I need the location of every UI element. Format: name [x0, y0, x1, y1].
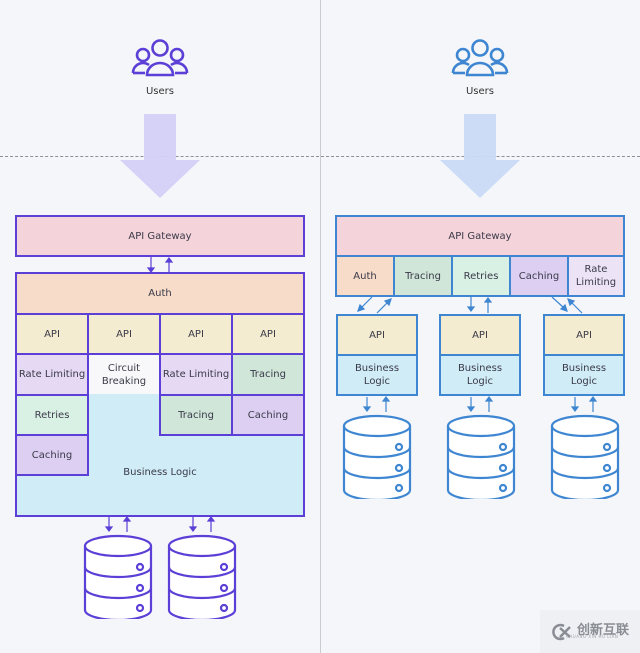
users-icon	[131, 39, 189, 77]
api-gateway-box: API Gateway	[15, 215, 305, 257]
tracing-box: Tracing	[159, 394, 233, 436]
business-logic-label: Business Logic	[90, 462, 230, 482]
api-label: API	[44, 328, 60, 340]
api-label: API	[188, 328, 204, 340]
users-label: Users	[145, 86, 174, 97]
rate-limiting-box: Rate Limiting	[15, 353, 89, 396]
users-label: Users	[465, 86, 494, 97]
service-api-box: API	[439, 314, 521, 356]
business-logic-label: Business Logic	[354, 363, 400, 387]
api-label: API	[116, 328, 132, 340]
service-business-logic-box: Business Logic	[439, 354, 521, 396]
tracing-box: Tracing	[231, 353, 305, 396]
database-icon	[167, 534, 237, 619]
service-business-logic-box: Business Logic	[336, 354, 418, 396]
rate-limiting-label: Rate Limiting	[575, 264, 617, 288]
rate-limiting-label: Rate Limiting	[162, 369, 230, 380]
caching-label: Caching	[31, 449, 73, 461]
retries-box: Retries	[15, 394, 89, 436]
circuit-breaking-box: Circuit Breaking	[89, 355, 159, 394]
gateway-service-arrows	[357, 296, 583, 314]
dashed-boundary-line	[0, 156, 640, 157]
users-icon	[451, 39, 509, 77]
tracing-label: Tracing	[250, 369, 286, 380]
auth-box: Auth	[15, 272, 305, 315]
api-label: API	[260, 328, 276, 340]
gateway-module-tracing: Tracing	[393, 255, 453, 297]
caching-box: Caching	[231, 394, 305, 436]
api-label: API	[369, 329, 385, 341]
database-icon	[342, 414, 412, 499]
tracing-label: Tracing	[405, 270, 441, 282]
rate-limiting-label: Rate Limiting	[18, 369, 86, 380]
watermark: 创新互联	[540, 610, 640, 653]
service-api-box: API	[543, 314, 625, 356]
api-label: API	[576, 329, 592, 341]
api-gateway-label: API Gateway	[448, 231, 512, 242]
gateway-module-auth: Auth	[335, 255, 395, 297]
database-icon	[83, 534, 153, 619]
caching-box: Caching	[15, 434, 89, 476]
request-flow-arrow	[120, 114, 200, 198]
database-group	[83, 516, 237, 619]
api-label: API	[472, 329, 488, 341]
gateway-module-rate-limiting: Rate Limiting	[567, 255, 625, 297]
business-logic-label: Business Logic	[561, 363, 607, 387]
retries-label: Retries	[463, 270, 499, 282]
rate-limiting-box: Rate Limiting	[159, 353, 233, 396]
retries-label: Retries	[34, 409, 70, 421]
service-api-box: API	[336, 314, 418, 356]
api-box: API	[87, 313, 161, 355]
service-business-logic-box: Business Logic	[543, 354, 625, 396]
database-icon	[550, 414, 620, 499]
request-flow-arrow	[440, 114, 520, 198]
gateway-module-caching: Caching	[509, 255, 569, 297]
circuit-breaking-label: Circuit Breaking	[101, 362, 147, 387]
business-logic-text: Business Logic	[123, 466, 197, 478]
caching-label: Caching	[518, 270, 560, 282]
gateway-module-retries: Retries	[451, 255, 511, 297]
api-gateway-label: API Gateway	[128, 230, 192, 242]
database-icon	[446, 414, 516, 499]
api-box: API	[15, 313, 89, 355]
auth-label: Auth	[148, 288, 172, 299]
api-box: API	[231, 313, 305, 355]
api-box: API	[159, 313, 233, 355]
caching-label: Caching	[247, 409, 289, 421]
vertical-divider	[320, 0, 321, 653]
database-group	[342, 396, 620, 499]
business-logic-label: Business Logic	[457, 363, 503, 387]
auth-label: Auth	[353, 270, 377, 282]
watermark-subtext: CHUANG XIN HU LIAN	[566, 634, 619, 639]
tracing-label: Tracing	[178, 409, 214, 421]
